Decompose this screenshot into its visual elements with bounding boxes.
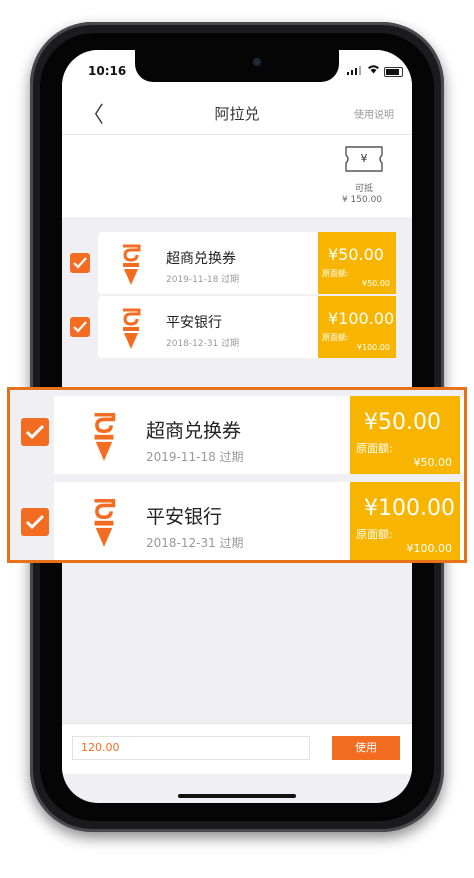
- summary-card: ¥ 可抵 ¥ 150.00: [62, 135, 412, 217]
- coupon-amount: ¥50.00: [364, 410, 441, 435]
- coupon-card-2[interactable]: 平安银行 2018-12-31 过期 ¥100.00 原面额: ¥100.00: [98, 296, 396, 358]
- nav-bar: 〈 阿拉兑 使用说明: [62, 88, 412, 135]
- coupon-value-box: ¥100.00 原面额: ¥100.00: [350, 482, 460, 560]
- zoom-coupon-checkbox-2[interactable]: [21, 508, 49, 536]
- zoom-coupon-card-1[interactable]: 超商兑换券 2019-11-18 过期 ¥50.00 原面额: ¥50.00: [54, 396, 464, 474]
- zoom-callout: 超商兑换券 2019-11-18 过期 ¥50.00 原面额: ¥50.00 平…: [7, 387, 467, 563]
- bottom-bar: 120.00 使用: [62, 723, 412, 774]
- coupon-face-value: ¥100.00: [406, 542, 453, 555]
- coupon-face-label: 原面额:: [356, 442, 393, 455]
- coupon-amount: ¥100.00: [328, 309, 395, 328]
- coupon-face-value: ¥50.00: [362, 279, 390, 288]
- coupon-checkbox-1[interactable]: [70, 253, 90, 273]
- battery-icon: [384, 67, 403, 77]
- use-button[interactable]: 使用: [332, 736, 400, 760]
- ticket-yen-symbol: ¥: [361, 152, 368, 165]
- zoom-coupon-checkbox-1[interactable]: [21, 418, 49, 446]
- home-indicator[interactable]: [178, 794, 296, 798]
- coupon-expiry: 2019-11-18 过期: [146, 450, 244, 464]
- coupon-face-value: ¥50.00: [413, 456, 453, 469]
- coupon-name: 平安银行: [146, 506, 223, 528]
- deduct-amount: ¥ 150.00: [341, 195, 383, 205]
- coupon-logo-icon: [123, 244, 141, 285]
- coupon-logo-icon: [94, 412, 116, 461]
- help-link[interactable]: 使用说明: [354, 106, 394, 121]
- zoom-coupon-card-2[interactable]: 平安银行 2018-12-31 过期 ¥100.00 原面额: ¥100.00: [54, 482, 464, 560]
- amount-input[interactable]: 120.00: [72, 736, 310, 760]
- coupon-name: 超商兑换券: [166, 251, 236, 267]
- coupon-logo-icon: [94, 498, 116, 547]
- coupon-logo-icon: [123, 308, 141, 349]
- coupon-name: 超商兑换券: [146, 420, 242, 442]
- coupon-expiry: 2019-11-18 过期: [166, 275, 240, 285]
- coupon-amount: ¥50.00: [328, 245, 384, 264]
- coupon-value-box: ¥100.00 原面额: ¥100.00: [318, 296, 396, 358]
- coupon-face-label: 原面额:: [322, 269, 349, 278]
- coupon-card-1[interactable]: 超商兑换券 2019-11-18 过期 ¥50.00 原面额: ¥50.00: [98, 232, 396, 294]
- coupon-value-box: ¥50.00 原面额: ¥50.00: [318, 232, 396, 294]
- coupon-checkbox-2[interactable]: [70, 317, 90, 337]
- status-time: 10:16: [88, 64, 127, 78]
- coupon-face-value: ¥100.00: [356, 343, 390, 352]
- coupon-expiry: 2018-12-31 过期: [166, 339, 240, 349]
- notch: [135, 50, 339, 82]
- yen-ticket-icon: ¥: [345, 146, 383, 172]
- coupon-face-label: 原面额:: [322, 333, 349, 342]
- coupon-name: 平安银行: [166, 315, 222, 331]
- deduct-label: 可抵: [354, 184, 373, 194]
- coupon-expiry: 2018-12-31 过期: [146, 536, 244, 550]
- wifi-icon: [367, 64, 380, 77]
- coupon-amount: ¥100.00: [364, 496, 455, 521]
- coupon-value-box: ¥50.00 原面额: ¥50.00: [350, 396, 460, 474]
- coupon-face-label: 原面额:: [356, 528, 393, 541]
